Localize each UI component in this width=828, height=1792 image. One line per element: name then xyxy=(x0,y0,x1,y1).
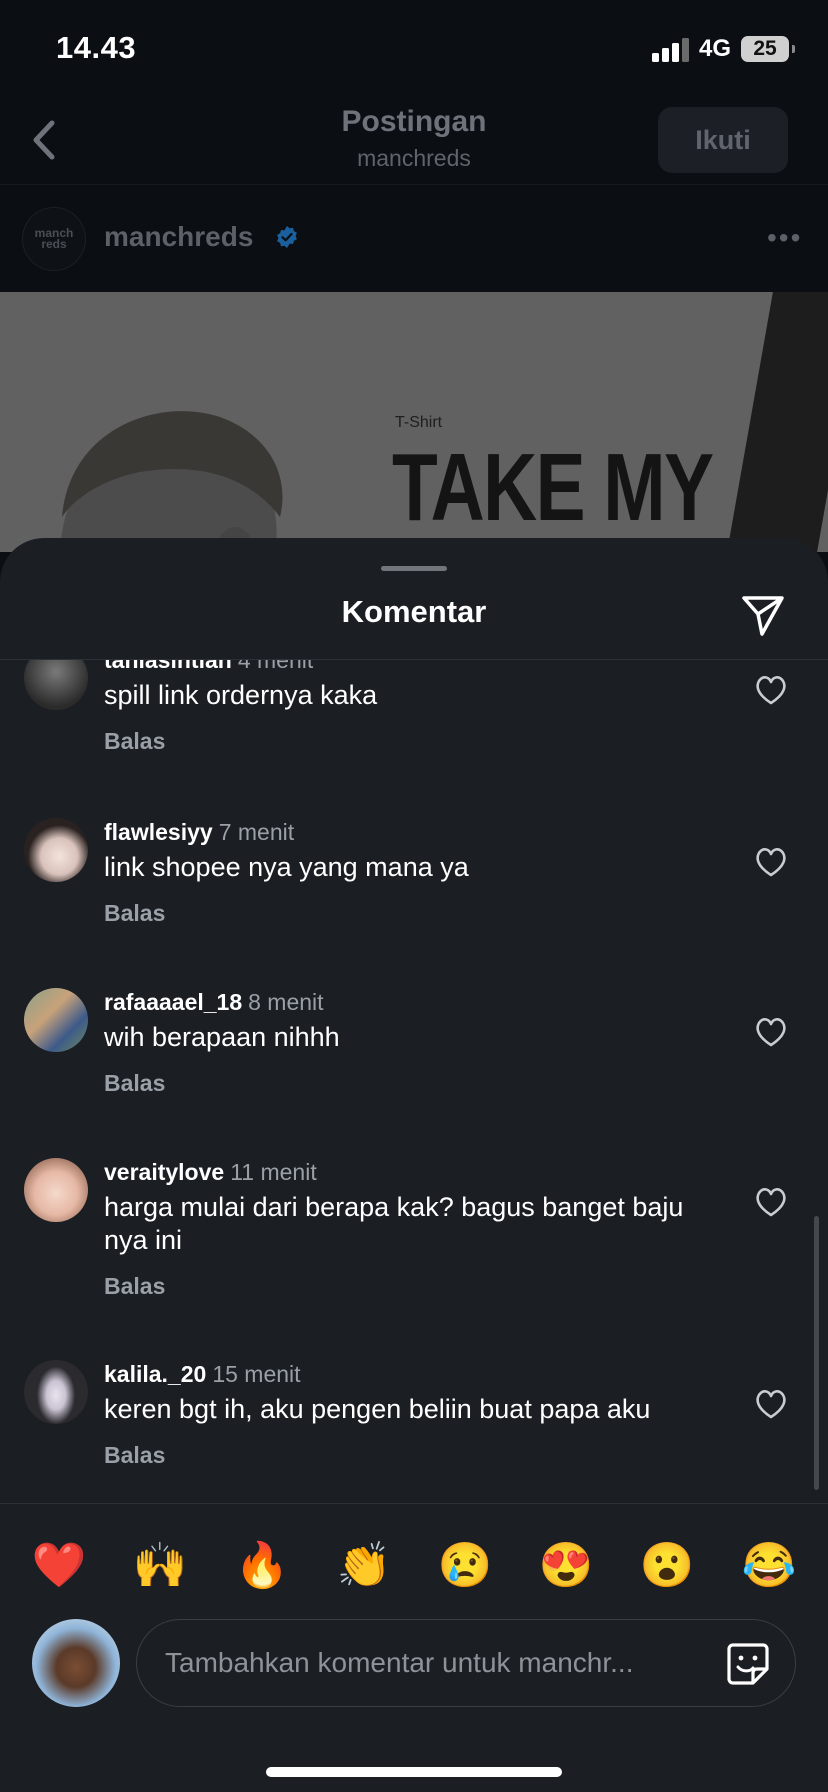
post-header: Postingan manchreds Ikuti xyxy=(0,95,828,185)
battery-icon: 25 xyxy=(741,36,795,62)
comment-time: 4 menit xyxy=(237,660,314,673)
post-label: T-Shirt xyxy=(395,414,443,431)
heart-outline-icon[interactable] xyxy=(754,1186,788,1218)
reply-button[interactable]: Balas xyxy=(104,1442,165,1469)
comment-time: 7 menit xyxy=(218,819,295,845)
comment-text: link shopee nya yang mana ya xyxy=(104,852,469,882)
reply-button[interactable]: Balas xyxy=(104,1070,165,1097)
sheet-grabber[interactable] xyxy=(381,566,447,571)
more-options-icon[interactable]: ••• xyxy=(767,224,802,252)
comment-text: keren bgt ih, aku pengen beliin buat pap… xyxy=(104,1394,651,1424)
scrollbar[interactable] xyxy=(814,1216,819,1490)
current-user-avatar xyxy=(32,1619,120,1707)
comments-sheet: Komentar taniasintian 4 menit spill link … xyxy=(0,538,828,1792)
network-type: 4G xyxy=(699,35,732,62)
verified-badge-icon xyxy=(277,226,297,248)
comment-list[interactable]: taniasintian 4 menit spill link ordernya … xyxy=(0,660,828,1503)
reply-button[interactable]: Balas xyxy=(104,1273,165,1300)
model-photo xyxy=(60,411,283,552)
comment-header: rafaaaael_18 8 menit xyxy=(104,988,324,1016)
emoji-heart-eyes-button[interactable]: 😍 xyxy=(538,1538,594,1594)
comment-item: kalila._20 15 menit keren bgt ih, aku pen… xyxy=(0,1360,828,1500)
heart-outline-icon[interactable] xyxy=(754,846,788,878)
comment-item: veraitylove 11 menit harga mulai dari ber… xyxy=(0,1158,828,1338)
paper-plane-icon[interactable] xyxy=(740,592,786,638)
divider xyxy=(0,1503,828,1504)
reply-button[interactable]: Balas xyxy=(104,900,165,927)
emoji-surprised-button[interactable]: 😮 xyxy=(639,1538,695,1594)
cellular-signal-icon xyxy=(652,38,692,62)
commenter-username[interactable]: taniasintian xyxy=(104,660,232,673)
status-time: 14.43 xyxy=(56,30,137,65)
comment-item: rafaaaael_18 8 menit wih berapaan nihhh B… xyxy=(0,988,828,1128)
status-bar: 14.43 4G 25 xyxy=(0,0,828,95)
comment-text: harga mulai dari berapa kak? bagus bange… xyxy=(104,1192,684,1255)
commenter-avatar[interactable] xyxy=(24,1360,88,1424)
comment-header: kalila._20 15 menit xyxy=(104,1360,301,1388)
emoji-laughing-button[interactable]: 😂 xyxy=(741,1538,797,1594)
comment-time: 8 menit xyxy=(248,989,324,1015)
comment-input[interactable] xyxy=(163,1620,723,1706)
reply-button[interactable]: Balas xyxy=(104,728,165,755)
commenter-avatar[interactable] xyxy=(24,660,88,710)
author-avatar[interactable]: manch reds xyxy=(22,207,86,271)
heart-outline-icon[interactable] xyxy=(754,1016,788,1048)
emoji-raised-hands-button[interactable]: 🙌 xyxy=(132,1538,188,1594)
commenter-username[interactable]: veraitylove xyxy=(104,1159,224,1185)
comment-item: flawlesiyy 7 menit link shopee nya yang m… xyxy=(0,818,828,958)
commenter-avatar[interactable] xyxy=(24,1158,88,1222)
post-image: T-Shirt TAKE MY xyxy=(0,292,828,552)
sheet-title: Komentar xyxy=(341,594,487,629)
post-shadow-shape xyxy=(727,292,828,552)
emoji-clap-button[interactable]: 👏 xyxy=(336,1538,392,1594)
emoji-heart-button[interactable]: ❤️ xyxy=(31,1538,87,1594)
comment-text: spill link ordernya kaka xyxy=(104,680,378,710)
follow-button[interactable]: Ikuti xyxy=(658,107,788,173)
emoji-crying-button[interactable]: 😢 xyxy=(437,1538,493,1594)
emoji-fire-button[interactable]: 🔥 xyxy=(234,1538,290,1594)
commenter-username[interactable]: rafaaaael_18 xyxy=(104,989,242,1015)
commenter-username[interactable]: kalila._20 xyxy=(104,1361,206,1387)
quick-emoji-bar: ❤️ 🙌 🔥 👏 😢 😍 😮 😂 xyxy=(0,1538,828,1594)
comment-composer xyxy=(136,1619,796,1707)
post-author-row: manch reds manchreds ••• xyxy=(0,185,828,292)
commenter-username[interactable]: flawlesiyy xyxy=(104,819,213,845)
commenter-avatar[interactable] xyxy=(24,818,88,882)
comment-time: 15 menit xyxy=(212,1361,301,1387)
post-headline: TAKE MY xyxy=(392,434,714,541)
comment-text: wih berapaan nihhh xyxy=(104,1022,340,1052)
comment-time: 11 menit xyxy=(230,1159,317,1185)
commenter-avatar[interactable] xyxy=(24,988,88,1052)
author-username[interactable]: manchreds xyxy=(104,221,253,253)
sticker-icon[interactable] xyxy=(725,1641,771,1687)
comment-header: veraitylove 11 menit xyxy=(104,1158,317,1186)
comment-header: flawlesiyy 7 menit xyxy=(104,818,294,846)
heart-outline-icon[interactable] xyxy=(754,1388,788,1420)
comment-header: taniasintian 4 menit xyxy=(104,660,313,674)
comment-item: taniasintian 4 menit spill link ordernya … xyxy=(0,660,828,786)
home-indicator[interactable] xyxy=(266,1767,562,1777)
heart-outline-icon[interactable] xyxy=(754,674,788,706)
